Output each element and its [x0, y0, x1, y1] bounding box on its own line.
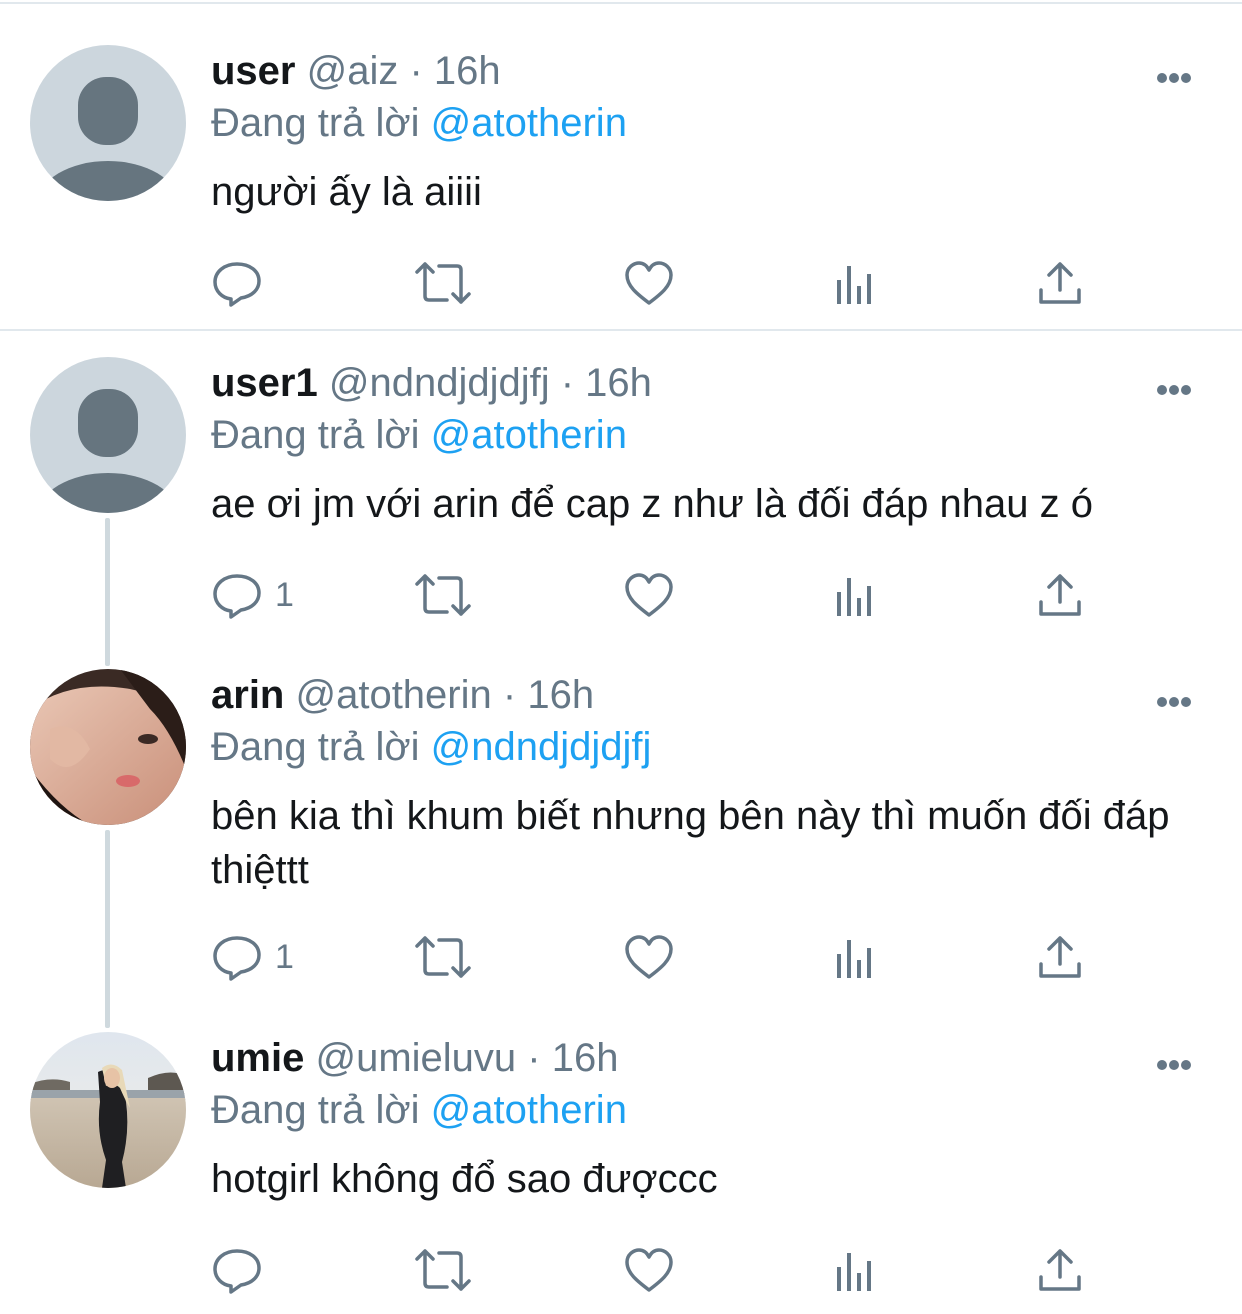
avatar[interactable]: [30, 669, 186, 825]
stats-button[interactable]: [831, 932, 875, 982]
reply-count: 1: [275, 575, 294, 614]
reply-button[interactable]: [211, 258, 275, 308]
tweet-header: arin @atotherin · 16h: [211, 671, 594, 719]
retweet-button[interactable]: [413, 1245, 473, 1295]
reply-icon: [213, 262, 261, 307]
stats-button[interactable]: [831, 258, 875, 308]
action-bar: [211, 1245, 1111, 1295]
stats-icon: [837, 940, 871, 978]
reply-icon: [213, 574, 261, 619]
profile-photo: [30, 669, 186, 825]
tweet-divider: [0, 329, 1242, 331]
share-button[interactable]: [1037, 570, 1083, 620]
action-bar: [211, 258, 1111, 308]
user-handle[interactable]: @umieluvu: [315, 1036, 516, 1080]
share-button[interactable]: [1037, 1245, 1083, 1295]
timestamp: · 16h: [502, 673, 595, 717]
share-icon: [1039, 262, 1081, 304]
action-bar: 1: [211, 932, 1111, 982]
like-icon: [625, 935, 673, 979]
default-avatar-icon: [30, 45, 186, 201]
retweet-icon: [415, 936, 471, 978]
stats-button[interactable]: [831, 570, 875, 620]
retweet-icon: [415, 574, 471, 616]
tweet-header: user @aiz · 16h: [211, 47, 501, 95]
avatar[interactable]: [30, 357, 186, 513]
tweet[interactable]: user @aiz · 16h Đang trả lời @atotherin …: [0, 45, 1242, 315]
retweet-button[interactable]: [413, 258, 473, 308]
share-icon: [1039, 936, 1081, 978]
user-handle[interactable]: @aiz: [307, 49, 399, 93]
replying-to-handle[interactable]: @atotherin: [431, 1088, 627, 1132]
like-button[interactable]: [623, 258, 675, 308]
share-button[interactable]: [1037, 932, 1083, 982]
reply-icon: [213, 1249, 261, 1294]
tweet[interactable]: user1 @ndndjdjdjfj · 16h Đang trả lời @a…: [0, 357, 1242, 627]
timestamp: · 16h: [560, 361, 652, 405]
reply-button[interactable]: [211, 1245, 275, 1295]
timestamp: · 16h: [527, 1036, 619, 1080]
replying-to-handle[interactable]: @ndndjdjdjfj: [431, 725, 652, 769]
tweet-text: bên kia thì khum biết nhưng bên này thì …: [211, 794, 1170, 892]
stats-button[interactable]: [831, 1245, 875, 1295]
timestamp: · 16h: [409, 49, 501, 93]
replying-to-label: Đang trả lời: [211, 101, 420, 145]
share-button[interactable]: [1037, 258, 1083, 308]
tweet-header: umie @umieluvu · 16h: [211, 1034, 618, 1082]
replying-to-label: Đang trả lời: [211, 413, 420, 457]
user-handle[interactable]: @ndndjdjdjfj: [329, 361, 550, 405]
retweet-icon: [415, 1249, 471, 1291]
replying-to: Đang trả lời @atotherin: [211, 1086, 627, 1134]
reply-icon: [213, 936, 261, 981]
like-button[interactable]: [623, 1245, 675, 1295]
reply-button[interactable]: 1: [211, 932, 294, 982]
tweet-text: người ấy là aiiii: [211, 170, 482, 214]
avatar[interactable]: [30, 1032, 186, 1188]
display-name[interactable]: arin: [211, 673, 284, 717]
tweet-text: hotgirl không đổ sao đượccc: [211, 1157, 718, 1201]
tweet[interactable]: umie @umieluvu · 16h Đang trả lời @atoth…: [0, 1032, 1242, 1302]
reply-button[interactable]: 1: [211, 570, 294, 620]
replying-to-handle[interactable]: @atotherin: [431, 413, 627, 457]
beach-photo: [30, 1032, 186, 1188]
like-icon: [625, 1248, 673, 1292]
replying-to-label: Đang trả lời: [211, 725, 420, 769]
more-icon[interactable]: [1152, 363, 1212, 403]
replying-to-label: Đang trả lời: [211, 1088, 420, 1132]
retweet-button[interactable]: [413, 932, 473, 982]
more-icon[interactable]: [1152, 675, 1212, 715]
display-name[interactable]: umie: [211, 1036, 304, 1080]
stats-icon: [837, 578, 871, 616]
action-bar: 1: [211, 570, 1111, 620]
like-button[interactable]: [623, 570, 675, 620]
display-name[interactable]: user1: [211, 361, 318, 405]
top-divider: [0, 2, 1242, 4]
tweet-header: user1 @ndndjdjdjfj · 16h: [211, 359, 652, 407]
stats-icon: [837, 1253, 871, 1291]
default-avatar-icon: [30, 357, 186, 513]
replying-to-handle[interactable]: @atotherin: [431, 101, 627, 145]
retweet-icon: [415, 262, 471, 304]
tweet-text: ae ơi jm với arin để cap z như là đối đá…: [211, 482, 1093, 526]
tweet[interactable]: arin @atotherin · 16h Đang trả lời @ndnd…: [0, 669, 1242, 999]
avatar[interactable]: [30, 45, 186, 201]
stats-icon: [837, 266, 871, 304]
more-icon[interactable]: [1152, 51, 1212, 91]
user-handle[interactable]: @atotherin: [295, 673, 491, 717]
retweet-button[interactable]: [413, 570, 473, 620]
replying-to: Đang trả lời @atotherin: [211, 99, 627, 147]
replying-to: Đang trả lời @ndndjdjdjfj: [211, 723, 651, 771]
like-button[interactable]: [623, 932, 675, 982]
more-icon[interactable]: [1152, 1038, 1212, 1078]
share-icon: [1039, 574, 1081, 616]
reply-count: 1: [275, 937, 294, 976]
share-icon: [1039, 1249, 1081, 1291]
like-icon: [625, 573, 673, 617]
like-icon: [625, 261, 673, 305]
display-name[interactable]: user: [211, 49, 296, 93]
replying-to: Đang trả lời @atotherin: [211, 411, 627, 459]
